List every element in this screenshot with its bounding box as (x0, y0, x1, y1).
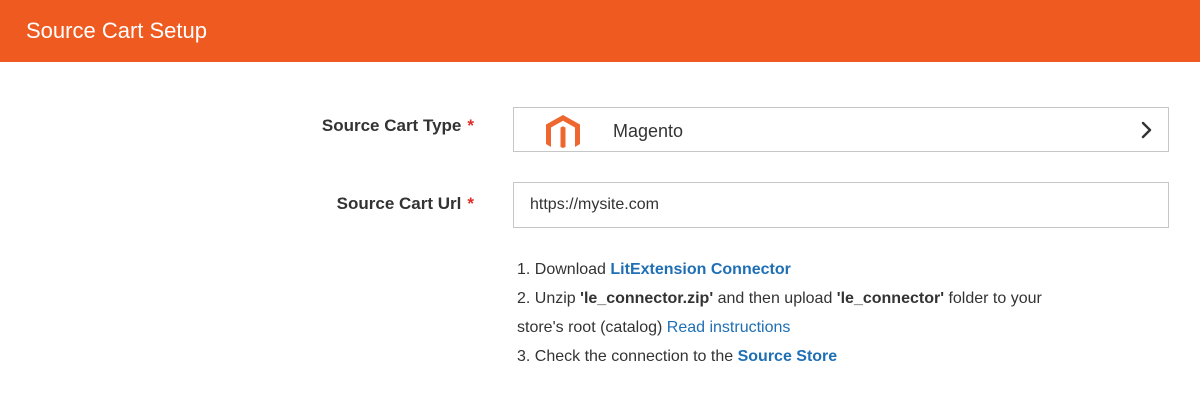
step2-text-2: and then upload (713, 290, 837, 307)
litextension-connector-link[interactable]: LitExtension Connector (610, 261, 790, 278)
magento-logo-icon (546, 115, 580, 148)
required-mark: * (467, 194, 474, 213)
instruction-step-3: 3. Check the connection to the Source St… (517, 342, 1177, 371)
chevron-right-icon (1141, 121, 1152, 139)
source-cart-type-select[interactable]: Magento (513, 107, 1169, 152)
page-header: Source Cart Setup (0, 0, 1200, 62)
step1-text: 1. Download (517, 261, 611, 278)
step3-text: 3. Check the connection to the (517, 348, 738, 365)
page-title: Source Cart Setup (26, 18, 207, 43)
instructions: 1. Download LitExtension Connector 2. Un… (517, 255, 1177, 371)
source-cart-type-label: Source Cart Type * (322, 116, 474, 136)
source-cart-url-input[interactable] (513, 182, 1169, 228)
step2-text-1: 2. Unzip (517, 290, 581, 307)
selected-cart-type: Magento (613, 121, 684, 141)
read-instructions-link[interactable]: Read instructions (667, 319, 791, 336)
step2-text-4: store's root (catalog) (517, 319, 667, 336)
instruction-step-2: 2. Unzip 'le_connector.zip' and then upl… (517, 284, 1177, 313)
folder-name: 'le_connector' (836, 290, 944, 307)
source-store-link[interactable]: Source Store (738, 348, 838, 365)
instruction-step-2-cont: store's root (catalog) Read instructions (517, 313, 1177, 342)
source-cart-url-label-text: Source Cart Url (336, 194, 462, 213)
source-cart-type-label-text: Source Cart Type (321, 116, 462, 135)
required-mark: * (467, 116, 474, 135)
step2-text-3: folder to your (944, 290, 1042, 307)
instruction-step-1: 1. Download LitExtension Connector (517, 255, 1177, 284)
zip-filename: 'le_connector.zip' (580, 290, 714, 307)
source-cart-url-label: Source Cart Url * (337, 194, 474, 214)
